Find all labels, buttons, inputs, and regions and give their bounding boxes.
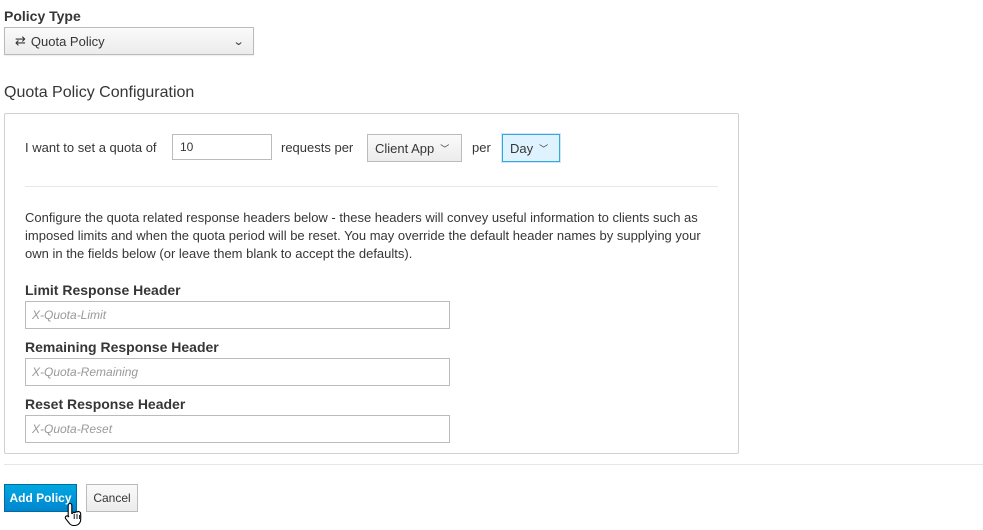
hand-pointer-icon <box>64 502 82 527</box>
limit-header-label: Limit Response Header <box>25 282 181 298</box>
remaining-header-input[interactable] <box>25 358 450 386</box>
reset-header-label: Reset Response Header <box>25 396 186 412</box>
help-text: Configure the quota related response hea… <box>25 210 701 261</box>
policy-type-label: Policy Type <box>4 8 81 24</box>
exchange-icon: ⇄ <box>15 33 26 48</box>
cancel-button[interactable]: Cancel <box>86 484 138 512</box>
section-heading: Quota Policy Configuration <box>4 84 195 101</box>
chevron-down-icon: ⌄ <box>232 35 245 48</box>
period-value: Day <box>510 140 534 156</box>
period-dropdown[interactable]: Day ﹀ <box>502 134 560 162</box>
remaining-header-label: Remaining Response Header <box>25 339 219 355</box>
quota-amount-input[interactable] <box>172 134 272 160</box>
policy-type-selected: Quota Policy <box>30 33 105 49</box>
per-target-dropdown[interactable]: Client App ﹀ <box>367 134 462 162</box>
panel-divider <box>25 186 718 187</box>
limit-header-input[interactable] <box>25 301 450 329</box>
quota-prefix-text: I want to set a quota of <box>25 140 157 155</box>
footer-divider <box>4 464 983 465</box>
policy-type-select[interactable]: ⇄ Quota Policy ⌄ <box>4 27 254 55</box>
reset-header-input[interactable] <box>25 415 450 443</box>
per-text: per <box>472 140 491 155</box>
per-target-value: Client App <box>375 140 435 156</box>
chevron-down-icon: ﹀ <box>440 143 450 154</box>
requests-per-text: requests per <box>281 140 354 155</box>
chevron-down-icon: ﹀ <box>539 143 549 154</box>
